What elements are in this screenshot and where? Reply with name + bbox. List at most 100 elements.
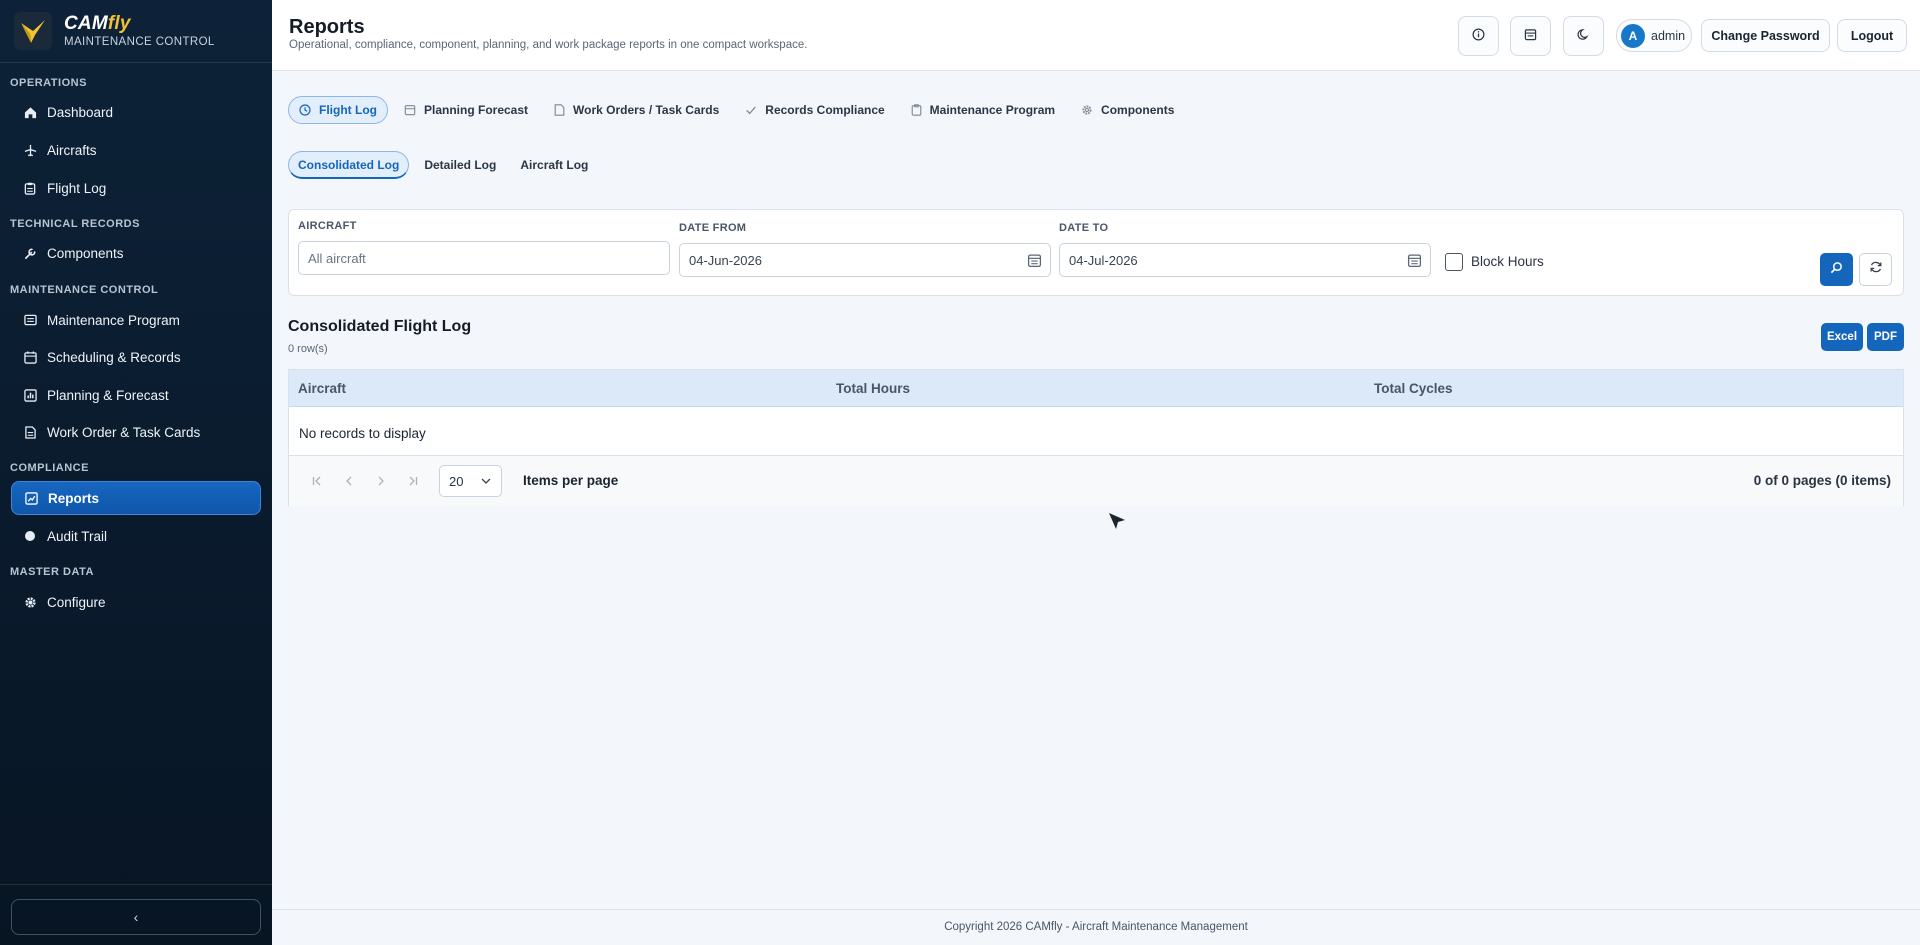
export-excel-button[interactable]: Excel [1821,323,1863,351]
column-header-total-hours[interactable]: Total Hours [836,381,910,396]
list-icon [23,313,37,327]
items-per-page-label: Items per page [523,473,619,488]
page-subtitle: Operational, compliance, component, plan… [289,39,808,51]
tab-label: Planning Forecast [423,103,529,117]
export-pdf-button[interactable]: PDF [1867,323,1904,351]
date-to-label: DATE TO [1059,222,1109,234]
plane-icon [23,143,37,157]
sidebar-item-flight-log[interactable]: Flight Log [11,171,261,205]
report-tabs: Flight Log Planning Forecast Work Orders… [288,96,1190,124]
sidebar-item-work-order-task-cards[interactable]: Work Order & Task Cards [11,415,261,449]
first-page-icon[interactable] [309,473,325,489]
logout-button[interactable]: Logout [1837,19,1907,52]
search-button[interactable] [1820,253,1853,286]
brand-name: CAMfly [64,12,131,34]
tab-label: Maintenance Program [929,103,1056,117]
date-to-value: 04-Jul-2026 [1069,252,1138,268]
block-hours-label: Block Hours [1471,254,1544,269]
date-from-value: 04-Jun-2026 [689,252,762,268]
sidebar-item-label: Reports [48,490,100,506]
pager: 20 Items per page 0 of 0 pages (0 items) [289,455,1903,506]
gear-icon [23,595,37,609]
chart-icon [23,388,37,402]
circle-icon [23,529,37,543]
subtab-detailed-log[interactable]: Detailed Log [415,151,505,179]
block-hours-checkbox[interactable] [1445,253,1463,271]
sidebar-item-label: Work Order & Task Cards [47,424,201,440]
sidebar-item-label: Audit Trail [47,528,108,544]
copyright-text: Copyright 2026 CAMfly - Aircraft Mainten… [944,921,1248,933]
date-from-label: DATE FROM [679,222,747,234]
refresh-icon [1869,260,1883,279]
top-header: Reports Operational, compliance, compone… [272,0,1920,71]
sidebar-item-label: Dashboard [47,104,114,120]
calendar-icon[interactable] [1407,253,1422,271]
camfly-logo [14,12,52,50]
mouse-cursor-icon [1108,512,1126,535]
subtab-aircraft-log[interactable]: Aircraft Log [511,151,597,179]
last-page-icon[interactable] [405,473,421,489]
date-from-field[interactable]: 04-Jun-2026 [679,243,1051,277]
tab-flight-log[interactable]: Flight Log [288,96,388,124]
sidebar-item-components[interactable]: Components [11,236,261,270]
sidebar-item-label: Maintenance Program [47,312,180,328]
tab-label: Components [1101,103,1175,117]
calendar-button[interactable] [1510,16,1551,56]
sidebar-item-label: Aircrafts [47,142,97,158]
next-page-icon[interactable] [373,473,389,489]
user-name: admin [1651,28,1686,43]
sidebar-item-dashboard[interactable]: Dashboard [11,95,261,129]
page-title: Reports [289,16,365,38]
clipboard-icon [23,181,37,195]
sidebar-item-label: Components [47,245,124,261]
subtab-consolidated-log[interactable]: Consolidated Log [288,151,410,179]
footer: Copyright 2026 CAMfly - Aircraft Mainten… [272,909,1920,945]
sidebar-item-configure[interactable]: Configure [11,585,261,619]
tab-work-orders-task-cards[interactable]: Work Orders / Task Cards [544,96,729,124]
sidebar-item-audit-trail[interactable]: Audit Trail [11,519,261,553]
sidebar-item-label: Planning & Forecast [47,387,169,403]
column-header-total-cycles[interactable]: Total Cycles [1374,381,1453,396]
gear-icon [1081,104,1093,116]
search-icon [1830,261,1843,279]
wrench-icon [23,246,37,260]
document-icon [23,425,37,439]
data-grid: Aircraft Total Hours Total Cycles No rec… [288,369,1904,506]
tab-records-compliance[interactable]: Records Compliance [735,96,894,124]
sidebar-item-reports[interactable]: Reports [11,481,261,515]
theme-toggle-button[interactable] [1563,16,1604,56]
page-size-select[interactable]: 20 [439,465,502,497]
info-button[interactable] [1458,16,1499,56]
section-compliance: COMPLIANCE [10,462,89,474]
collapse-sidebar-button[interactable]: ‹ [11,899,261,935]
tab-components[interactable]: Components [1071,96,1184,124]
reset-button[interactable] [1859,253,1892,286]
tab-maintenance-program[interactable]: Maintenance Program [901,96,1065,124]
calendar-icon[interactable] [1027,253,1042,271]
column-header-aircraft[interactable]: Aircraft [298,381,346,396]
section-master-data: MASTER DATA [10,566,94,578]
sidebar-item-scheduling-records[interactable]: Scheduling & Records [11,340,261,374]
change-password-button[interactable]: Change Password [1701,19,1830,52]
moon-icon [1577,28,1590,44]
tab-label: Flight Log [319,103,377,117]
avatar: A [1621,23,1645,48]
sidebar-item-maintenance-program[interactable]: Maintenance Program [11,303,261,337]
tab-planning-forecast[interactable]: Planning Forecast [394,96,538,124]
check-icon [745,104,757,116]
sidebar-item-planning-forecast[interactable]: Planning & Forecast [11,378,261,412]
section-maintenance-control: MAINTENANCE CONTROL [10,284,159,296]
sidebar-item-aircrafts[interactable]: Aircrafts [11,133,261,167]
brand[interactable]: CAMfly MAINTENANCE CONTROL [0,0,272,63]
user-menu[interactable]: A admin [1616,19,1692,52]
tab-label: Work Orders / Task Cards [573,103,720,117]
aircraft-select[interactable]: All aircraft [298,241,670,275]
empty-message: No records to display [299,426,426,441]
row-count: 0 row(s) [288,343,328,355]
date-to-field[interactable]: 04-Jul-2026 [1059,243,1431,277]
section-technical-records: TECHNICAL RECORDS [10,218,140,230]
previous-page-icon[interactable] [341,473,357,489]
sidebar-item-label: Flight Log [47,180,107,196]
calendar-icon [23,350,37,364]
clipboard-icon [911,104,922,116]
